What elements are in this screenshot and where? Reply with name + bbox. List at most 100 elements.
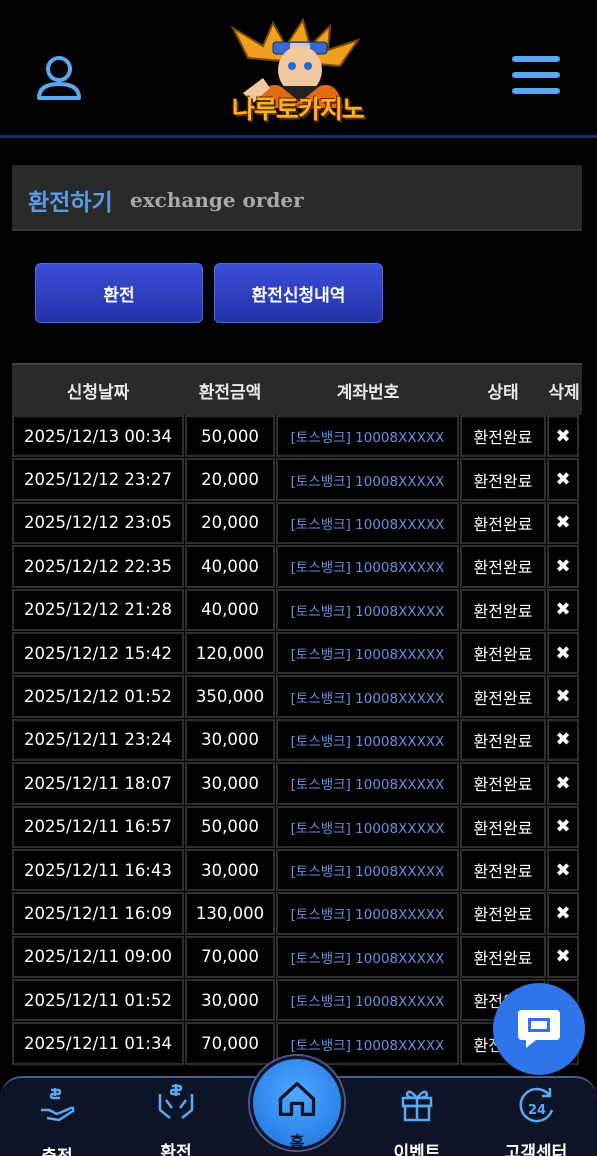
chat-bubble-icon	[518, 1010, 560, 1048]
table-header: 신청날짜 환전금액 계좌번호 상태 삭제	[12, 363, 582, 415]
nav-deposit-label: 충전	[12, 1142, 102, 1156]
cell-date: 2025/12/11 09:00	[12, 935, 184, 979]
cell-date: 2025/12/11 16:09	[12, 892, 184, 935]
cell-amount: 70,000	[185, 1022, 275, 1065]
cell-date: 2025/12/13 00:34	[12, 415, 184, 458]
column-header-status: 상태	[487, 382, 519, 403]
cell-status: 환전완료	[460, 762, 546, 805]
cell-amount: 30,000	[185, 848, 275, 892]
deposit-hand-coin-icon	[41, 1088, 75, 1122]
user-icon[interactable]	[36, 54, 82, 102]
table-row: 2025/12/12 22:35 40,000 [토스뱅크] 10008XXXXX 환…	[12, 545, 582, 589]
exchange-history-table: 신청날짜 환전금액 계좌번호 상태 삭제 2025/12/13 00:34 50,…	[12, 363, 582, 1066]
table-body: 2025/12/13 00:34 50,000 [토스뱅크] 10008XXXXX 환…	[12, 415, 582, 1066]
cell-amount: 70,000	[185, 935, 275, 979]
cell-date: 2025/12/11 18:07	[12, 762, 184, 805]
delete-icon[interactable]: ✖	[547, 675, 579, 718]
hamburger-menu-icon[interactable]	[512, 56, 560, 98]
nav-event[interactable]: 이벤트	[372, 1078, 462, 1156]
nav-event-label: 이벤트	[393, 1143, 441, 1156]
nav-support-label: 고객센터	[504, 1143, 568, 1156]
cell-date: 2025/12/12 21:28	[12, 588, 184, 631]
cell-amount: 30,000	[185, 979, 275, 1022]
column-header-date: 신청날짜	[66, 382, 130, 403]
delete-icon[interactable]: ✖	[547, 848, 579, 892]
tab-exchange-history[interactable]: 환전신청내역	[214, 263, 383, 323]
nav-support[interactable]: 24 고객센터	[491, 1078, 581, 1156]
cell-status: 환전완료	[460, 458, 546, 501]
table-row: 2025/12/11 16:09 130,000 [토스뱅크] 10008XXXXX…	[12, 892, 582, 936]
delete-icon[interactable]: ✖	[547, 762, 579, 805]
delete-icon[interactable]: ✖	[547, 458, 579, 501]
cell-amount: 30,000	[185, 718, 275, 762]
exchange-hands-coin-icon	[158, 1084, 194, 1119]
cell-date: 2025/12/11 01:34	[12, 1022, 184, 1065]
nav-home-label: 홈	[289, 1133, 305, 1152]
logo[interactable]: 나루토카지노	[218, 17, 378, 132]
nav-deposit[interactable]: 충전	[12, 1078, 102, 1156]
delete-icon[interactable]: ✖	[547, 501, 579, 545]
cell-amount: 50,000	[185, 805, 275, 848]
home-icon	[278, 1081, 316, 1117]
cell-account: [토스뱅크] 10008XXXXX	[276, 935, 459, 979]
table-row: 2025/12/12 21:28 40,000 [토스뱅크] 10008XXXXX 환…	[12, 588, 582, 632]
table-row: 2025/12/11 23:24 30,000 [토스뱅크] 10008XXXXX 환…	[12, 718, 582, 763]
delete-icon[interactable]: ✖	[547, 588, 579, 631]
gift-icon	[401, 1090, 433, 1122]
cell-account: [토스뱅크] 10008XXXXX	[276, 458, 459, 501]
cell-amount: 30,000	[185, 762, 275, 805]
nav-home[interactable]: 홈	[250, 1056, 344, 1152]
delete-icon[interactable]: ✖	[547, 718, 579, 762]
cell-amount: 130,000	[185, 892, 275, 935]
cell-status: 환전완료	[460, 805, 546, 848]
live-chat-button[interactable]	[493, 983, 585, 1075]
cell-amount: 40,000	[185, 545, 275, 588]
cell-date: 2025/12/12 23:05	[12, 501, 184, 545]
table-row: 2025/12/12 23:27 20,000 [토스뱅크] 10008XXXXX 환…	[12, 458, 582, 502]
cell-account: [토스뱅크] 10008XXXXX	[276, 979, 459, 1022]
cell-date: 2025/12/12 01:52	[12, 675, 184, 718]
cell-account: [토스뱅크] 10008XXXXX	[276, 718, 459, 762]
table-row: 2025/12/11 18:07 30,000 [토스뱅크] 10008XXXXX 환…	[12, 762, 582, 806]
table-row: 2025/12/11 16:43 30,000 [토스뱅크] 10008XXXXX 환…	[12, 848, 582, 893]
cell-status: 환전완료	[460, 935, 546, 979]
cell-account: [토스뱅크] 10008XXXXX	[276, 675, 459, 718]
tab-exchange[interactable]: 환전	[35, 263, 203, 323]
table-row: 2025/12/12 15:42 120,000 [토스뱅크] 10008XXXXX…	[12, 631, 582, 676]
cell-amount: 50,000	[185, 415, 275, 458]
support-badge-text: 24	[528, 1103, 547, 1118]
cell-amount: 120,000	[185, 631, 275, 675]
cell-amount: 40,000	[185, 588, 275, 631]
cell-status: 환전완료	[460, 848, 546, 892]
delete-icon[interactable]: ✖	[547, 935, 579, 979]
header: 나루토카지노	[0, 0, 597, 138]
cell-status: 환전완료	[460, 631, 546, 675]
cell-account: [토스뱅크] 10008XXXXX	[276, 545, 459, 588]
cell-status: 환전완료	[460, 892, 546, 935]
page-title: 환전하기	[28, 190, 113, 216]
delete-icon[interactable]: ✖	[547, 805, 579, 848]
table-row: 2025/12/11 16:57 50,000 [토스뱅크] 10008XXXXX 환…	[12, 805, 582, 849]
cell-account: [토스뱅크] 10008XXXXX	[276, 631, 459, 675]
delete-icon[interactable]: ✖	[547, 415, 579, 458]
delete-icon[interactable]: ✖	[547, 545, 579, 588]
cell-account: [토스뱅크] 10008XXXXX	[276, 762, 459, 805]
cell-account: [토스뱅크] 10008XXXXX	[276, 501, 459, 545]
table-row: 2025/12/12 23:05 20,000 [토스뱅크] 10008XXXXX 환…	[12, 501, 582, 546]
table-row: 2025/12/13 00:34 50,000 [토스뱅크] 10008XXXXX 환…	[12, 415, 582, 459]
cell-status: 환전완료	[460, 415, 546, 458]
nav-exchange[interactable]: 환전	[131, 1078, 221, 1156]
column-header-amount: 환전금액	[198, 382, 262, 403]
cell-status: 환전완료	[460, 588, 546, 631]
column-header-account: 계좌번호	[336, 382, 400, 403]
cell-date: 2025/12/11 16:43	[12, 848, 184, 892]
delete-icon[interactable]: ✖	[547, 631, 579, 675]
delete-icon[interactable]: ✖	[547, 892, 579, 935]
cell-account: [토스뱅크] 10008XXXXX	[276, 848, 459, 892]
nav-exchange-label: 환전	[160, 1143, 192, 1156]
page-title-bar: 환전하기 exchange order	[12, 165, 582, 231]
cell-amount: 350,000	[185, 675, 275, 718]
table-row: 2025/12/12 01:52 350,000 [토스뱅크] 10008XXXXX…	[12, 675, 582, 719]
cell-date: 2025/12/11 16:57	[12, 805, 184, 848]
cell-account: [토스뱅크] 10008XXXXX	[276, 415, 459, 458]
